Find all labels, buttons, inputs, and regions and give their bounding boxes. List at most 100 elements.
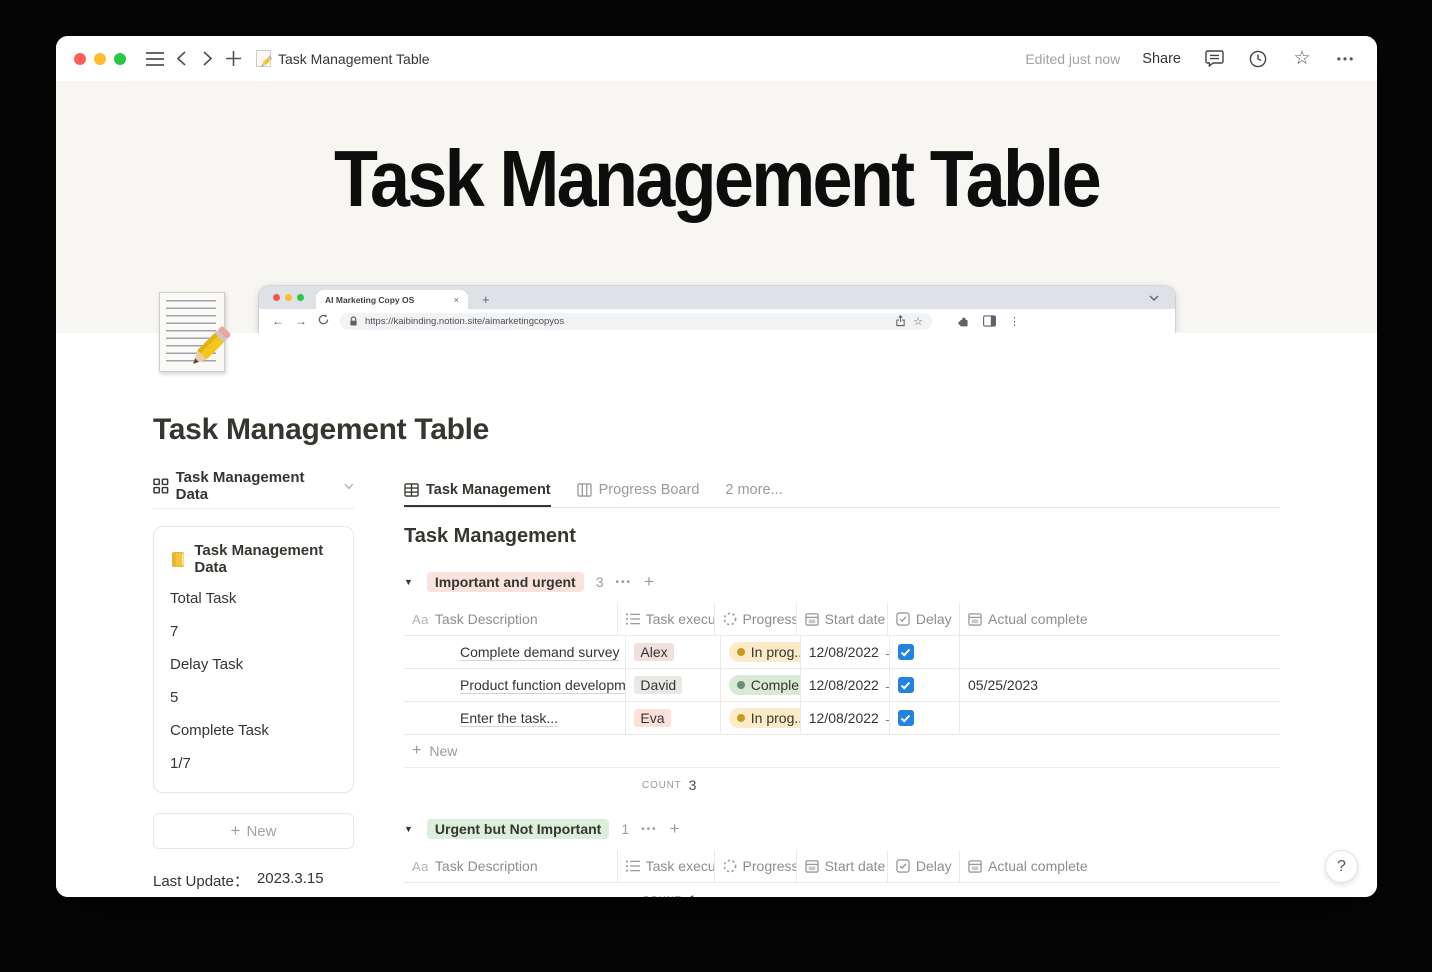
toolbar-page-title: Task Management Table — [278, 50, 430, 67]
column-header-start-date[interactable]: Start date — [797, 603, 888, 635]
column-header-delay[interactable]: Delay — [888, 850, 960, 882]
new-row-button[interactable]: + New — [404, 735, 1280, 768]
status-dot — [736, 681, 745, 689]
column-header-actual-complete[interactable]: Actual complete — [960, 603, 1280, 635]
favorite-star-icon[interactable]: ☆ — [1289, 46, 1315, 72]
count-row[interactable]: COUNT 3 — [404, 768, 1280, 802]
table-row[interactable]: Complete demand survey Alex In prog... 1… — [404, 636, 1280, 669]
tab-task-management[interactable]: Task Management — [404, 473, 551, 507]
table-row[interactable]: Product function development and d David… — [404, 669, 1280, 702]
collapse-toggle-icon[interactable]: ▼ — [404, 824, 413, 834]
page-cover: Task Management Table AI Marketing Copy … — [56, 81, 1377, 333]
sidebar-menu-icon[interactable] — [142, 46, 168, 72]
side-panel-icon — [983, 315, 996, 327]
browser-tab-title: AI Marketing Copy OS — [325, 294, 415, 305]
status-dot — [736, 714, 745, 722]
comments-icon[interactable] — [1201, 46, 1227, 72]
person-tag: Eva — [634, 709, 671, 727]
column-header-task-description[interactable]: Aa Task Description — [404, 603, 618, 635]
start-date-cell[interactable]: 12/08/2022 → 12 — [801, 636, 890, 668]
desktop-backdrop: Task Management Table Edited just now Sh… — [0, 0, 1432, 972]
task-title-cell[interactable]: Enter the task... — [404, 702, 627, 734]
new-record-button[interactable]: + New — [153, 813, 354, 849]
progress-cell[interactable]: In prog... — [721, 636, 801, 668]
checkbox-property-icon — [896, 859, 910, 873]
page-icon[interactable] — [159, 292, 231, 372]
share-button[interactable]: Share — [1142, 51, 1181, 67]
group-add-icon[interactable]: + — [644, 572, 654, 592]
plus-icon: + — [230, 821, 241, 840]
new-tab-button[interactable] — [220, 46, 246, 72]
progress-cell[interactable]: In prog... — [721, 702, 801, 734]
collapse-toggle-icon[interactable]: ▼ — [404, 577, 413, 587]
more-options-icon[interactable]: ••• — [1333, 46, 1359, 72]
data-card[interactable]: Task Management Data Total Task 7 Delay … — [153, 526, 354, 793]
group-options-icon[interactable]: ••• — [641, 824, 658, 835]
column-header-task-description[interactable]: Aa Task Description — [404, 850, 618, 882]
actual-complete-cell[interactable] — [960, 636, 1280, 668]
actual-complete-cell[interactable]: 05/25/2023 — [960, 669, 1280, 701]
calendar-icon — [968, 860, 982, 873]
minimize-window-button[interactable] — [94, 52, 106, 65]
executor-cell[interactable]: Alex — [626, 636, 721, 668]
table-header-row: AaTask Description Task executor Progres… — [404, 603, 1280, 636]
column-header-start-date[interactable]: Start date — [797, 850, 888, 882]
column-header-progress[interactable]: Progress — [715, 850, 797, 882]
back-button[interactable] — [168, 46, 194, 72]
tab-progress-board[interactable]: Progress Board — [576, 473, 699, 507]
status-pill: In prog... — [728, 708, 800, 728]
new-record-label: New — [246, 822, 277, 840]
list-property-icon — [625, 613, 640, 625]
group-name-pill[interactable]: Important and urgent — [426, 572, 584, 592]
tab-more-views[interactable]: 2 more... — [725, 473, 782, 507]
column-header-delay[interactable]: Delay — [888, 603, 960, 635]
breadcrumb[interactable]: Task Management Table — [256, 50, 430, 67]
forward-button[interactable] — [194, 46, 220, 72]
group-add-icon[interactable]: + — [670, 819, 680, 839]
status-property-icon — [723, 859, 736, 873]
table-header-row: AaTask Description Task executor Progres… — [404, 850, 1280, 883]
count-row[interactable]: COUNT 1 — [404, 883, 1280, 897]
stat-label: Total Task — [170, 590, 237, 607]
executor-cell[interactable]: Eva — [626, 702, 721, 734]
history-clock-icon[interactable] — [1245, 46, 1271, 72]
checked-checkbox[interactable] — [897, 644, 914, 660]
column-header-actual-complete[interactable]: Actual complete — [960, 850, 1280, 882]
group-name-pill[interactable]: Urgent but Not Important — [426, 819, 610, 839]
start-date-cell[interactable]: 12/08/2022 → 12 — [801, 669, 890, 701]
column-header-task-executor[interactable]: Task executor — [618, 850, 715, 882]
delay-cell[interactable] — [890, 636, 960, 668]
tab-label: 2 more... — [725, 482, 783, 498]
zoom-window-button[interactable] — [114, 52, 126, 65]
table-row[interactable]: Enter the task... Eva In prog... 12/08/2… — [404, 702, 1280, 735]
delay-cell[interactable] — [890, 702, 960, 734]
task-table: AaTask Description Task executor Progres… — [404, 603, 1280, 802]
close-window-button[interactable] — [74, 52, 86, 65]
checked-checkbox[interactable] — [897, 677, 914, 693]
cover-title: Task Management Table — [334, 134, 1102, 223]
column-header-task-executor[interactable]: Task executor — [618, 603, 715, 635]
task-title-cell[interactable]: Product function development and d — [404, 669, 627, 701]
group-header-important-urgent: ▼ Important and urgent 3 ••• + — [404, 569, 1280, 595]
start-date-cell[interactable]: 12/08/2022 → 12 — [801, 702, 890, 734]
group-options-icon[interactable]: ••• — [616, 577, 633, 588]
progress-cell[interactable]: Comple... — [721, 669, 801, 701]
help-button[interactable]: ? — [1325, 850, 1358, 883]
actual-complete-cell[interactable] — [960, 702, 1280, 734]
count-label: COUNT — [642, 779, 682, 791]
browser-url-text: https://kaibinding.notion.site/aimarketi… — [365, 315, 565, 327]
column-header-progress[interactable]: Progress — [715, 603, 797, 635]
task-title-cell[interactable]: Complete demand survey — [404, 636, 627, 668]
list-property-icon — [625, 860, 640, 872]
stat-label: Delay Task — [170, 656, 244, 673]
checked-checkbox[interactable] — [897, 710, 914, 726]
delay-cell[interactable] — [890, 669, 960, 701]
browser-close-dot — [273, 294, 280, 301]
stat-value: 7 — [170, 623, 179, 640]
executor-cell[interactable]: David — [626, 669, 721, 701]
stat-label: Complete Task — [170, 722, 269, 739]
count-value: 3 — [688, 777, 697, 793]
board-view-icon — [576, 483, 592, 497]
bookmark-star-icon: ☆ — [913, 315, 923, 328]
linked-view-switcher[interactable]: Task Management Data — [153, 469, 354, 503]
